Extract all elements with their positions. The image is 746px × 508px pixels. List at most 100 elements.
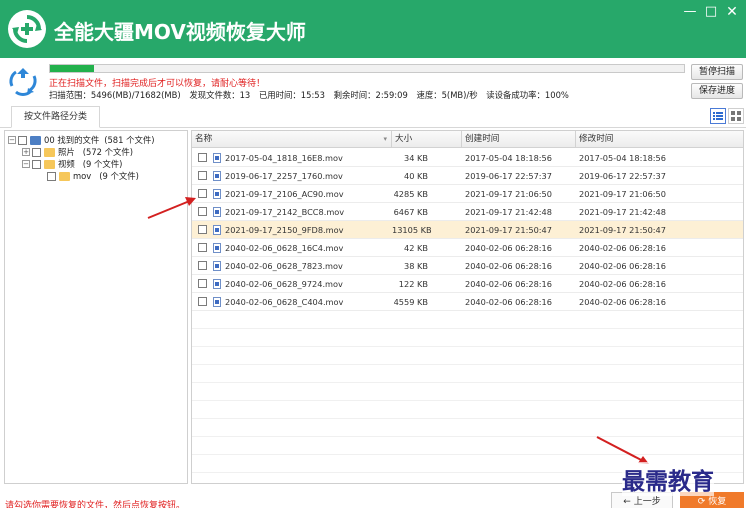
drive-icon bbox=[30, 135, 41, 145]
row-checkbox[interactable] bbox=[198, 297, 207, 306]
folder-icon bbox=[59, 171, 70, 181]
created-time: 2021-09-17 21:06:50 bbox=[465, 189, 552, 199]
tree-item-videos[interactable]: − 视频 (9 个文件) bbox=[22, 158, 122, 170]
file-size: 122 KB bbox=[398, 279, 428, 289]
file-name: 2017-05-04_1818_16E8.mov bbox=[225, 153, 343, 163]
scan-progress-bar bbox=[49, 64, 685, 73]
row-checkbox[interactable] bbox=[198, 243, 207, 252]
maximize-icon[interactable]: □ bbox=[703, 4, 719, 20]
video-file-icon bbox=[213, 279, 221, 289]
tree-item-count: (572 个文件) bbox=[82, 147, 134, 157]
file-size: 4285 KB bbox=[393, 189, 428, 199]
tree-item-root[interactable]: − 00 找到的文件 (581 个文件) bbox=[8, 134, 155, 146]
empty-table-row bbox=[192, 365, 743, 383]
file-name: 2040-02-06_0628_9724.mov bbox=[225, 279, 343, 289]
elapsed-time: 已用时间：15:53 bbox=[258, 90, 325, 100]
video-file-icon bbox=[213, 189, 221, 199]
found-count: 发现文件数：13 bbox=[189, 90, 251, 100]
pause-scan-button[interactable]: 暂停扫描 bbox=[691, 64, 743, 80]
tree-item-mov[interactable]: mov (9 个文件) bbox=[47, 170, 139, 182]
read-success-rate: 读设备成功率：100% bbox=[486, 90, 569, 100]
modified-time: 2019-06-17 22:57:37 bbox=[579, 171, 666, 181]
created-time: 2040-02-06 06:28:16 bbox=[465, 297, 552, 307]
tree-item-photos[interactable]: + 照片 (572 个文件) bbox=[22, 146, 133, 158]
tree-checkbox[interactable] bbox=[18, 135, 27, 145]
folder-icon bbox=[44, 159, 55, 169]
previous-step-label: 上一步 bbox=[633, 497, 661, 507]
list-view-icon[interactable] bbox=[710, 108, 726, 124]
tree-checkbox[interactable] bbox=[32, 147, 41, 157]
save-progress-button[interactable]: 保存进度 bbox=[691, 83, 743, 99]
remaining-time: 剩余时间：2:59:09 bbox=[333, 90, 408, 100]
empty-table-row bbox=[192, 311, 743, 329]
created-time: 2040-02-06 06:28:16 bbox=[465, 261, 552, 271]
empty-table-row bbox=[192, 401, 743, 419]
tree-checkbox[interactable] bbox=[47, 171, 56, 181]
row-checkbox[interactable] bbox=[198, 189, 207, 198]
row-checkbox[interactable] bbox=[198, 153, 207, 162]
table-row[interactable]: 2040-02-06_0628_C404.mov 4559 KB 2040-02… bbox=[192, 293, 743, 311]
file-size: 38 KB bbox=[403, 261, 428, 271]
row-checkbox[interactable] bbox=[198, 225, 207, 234]
file-size: 6467 KB bbox=[393, 207, 428, 217]
table-row[interactable]: 2019-06-17_2257_1760.mov 40 KB 2019-06-1… bbox=[192, 167, 743, 185]
title-bar: 全能大疆MOV视频恢复大师 — □ ✕ bbox=[0, 0, 746, 58]
file-name: 2021-09-17_2142_BCC8.mov bbox=[225, 207, 345, 217]
scan-progress-fill bbox=[50, 65, 95, 72]
row-checkbox[interactable] bbox=[198, 171, 207, 180]
arrow-left-icon: ← bbox=[623, 497, 634, 507]
file-size: 34 KB bbox=[403, 153, 428, 163]
column-header-modified[interactable]: 修改时间 bbox=[576, 131, 743, 148]
modified-time: 2021-09-17 21:42:48 bbox=[579, 207, 666, 217]
column-label: 创建时间 bbox=[465, 134, 500, 144]
collapse-icon[interactable]: − bbox=[8, 136, 16, 144]
file-size: 4559 KB bbox=[393, 297, 428, 307]
tree-item-label: mov bbox=[73, 171, 92, 181]
column-label: 名称 bbox=[195, 134, 213, 144]
file-table: 名称 ▾ 大小 创建时间 修改时间 2017-05-04_1818_16E8.m… bbox=[191, 130, 744, 484]
created-time: 2021-09-17 21:42:48 bbox=[465, 207, 552, 217]
folder-tree: − 00 找到的文件 (581 个文件) + 照片 (572 个文件) − 视频… bbox=[4, 130, 188, 484]
collapse-icon[interactable]: − bbox=[22, 160, 30, 168]
minimize-icon[interactable]: — bbox=[682, 4, 698, 20]
modified-time: 2040-02-06 06:28:16 bbox=[579, 297, 666, 307]
table-row[interactable]: 2017-05-04_1818_16E8.mov 34 KB 2017-05-0… bbox=[192, 149, 743, 167]
app-logo bbox=[8, 10, 46, 48]
table-row[interactable]: 2021-09-17_2106_AC90.mov 4285 KB 2021-09… bbox=[192, 185, 743, 203]
grid-view-icon[interactable] bbox=[728, 108, 744, 124]
table-row[interactable]: 2021-09-17_2142_BCC8.mov 6467 KB 2021-09… bbox=[192, 203, 743, 221]
scan-range: 扫描范围：5496(MB)/71682(MB) bbox=[49, 90, 181, 100]
close-icon[interactable]: ✕ bbox=[724, 4, 740, 20]
file-name: 2021-09-17_2150_9FD8.mov bbox=[225, 225, 344, 235]
file-size: 42 KB bbox=[403, 243, 428, 253]
column-header-created[interactable]: 创建时间 bbox=[462, 131, 576, 148]
expand-icon[interactable]: + bbox=[22, 148, 30, 156]
table-row[interactable]: 2040-02-06_0628_16C4.mov 42 KB 2040-02-0… bbox=[192, 239, 743, 257]
row-checkbox[interactable] bbox=[198, 261, 207, 270]
table-row-selected[interactable]: 2021-09-17_2150_9FD8.mov 13105 KB 2021-0… bbox=[192, 221, 743, 239]
tree-item-label: 视频 bbox=[58, 159, 75, 169]
row-checkbox[interactable] bbox=[198, 279, 207, 288]
modified-time: 2040-02-06 06:28:16 bbox=[579, 243, 666, 253]
table-row[interactable]: 2040-02-06_0628_9724.mov 122 KB 2040-02-… bbox=[192, 275, 743, 293]
file-name: 2019-06-17_2257_1760.mov bbox=[225, 171, 343, 181]
empty-table-row bbox=[192, 329, 743, 347]
column-header-size[interactable]: 大小 bbox=[392, 131, 462, 148]
table-row[interactable]: 2040-02-06_0628_7823.mov 38 KB 2040-02-0… bbox=[192, 257, 743, 275]
scan-message: 正在扫描文件，扫描完成后才可以恢复，请耐心等待！ bbox=[49, 79, 266, 89]
tree-item-label: 00 找到的文件 bbox=[44, 135, 100, 145]
tree-item-count: (581 个文件) bbox=[104, 135, 155, 145]
app-title: 全能大疆MOV视频恢复大师 bbox=[54, 20, 306, 44]
recover-label: 恢复 bbox=[708, 497, 727, 507]
watermark-text: 最需教育 bbox=[622, 462, 714, 496]
row-checkbox[interactable] bbox=[198, 207, 207, 216]
tab-by-file-path[interactable]: 按文件路径分类 bbox=[11, 106, 101, 128]
table-header: 名称 ▾ 大小 创建时间 修改时间 bbox=[192, 131, 743, 148]
video-file-icon bbox=[213, 171, 221, 181]
created-time: 2040-02-06 06:28:16 bbox=[465, 243, 552, 253]
video-file-icon bbox=[213, 243, 221, 253]
column-header-name[interactable]: 名称 ▾ bbox=[192, 131, 392, 148]
modified-time: 2021-09-17 21:50:47 bbox=[579, 225, 666, 235]
tree-checkbox[interactable] bbox=[32, 159, 41, 169]
video-file-icon bbox=[213, 261, 221, 271]
